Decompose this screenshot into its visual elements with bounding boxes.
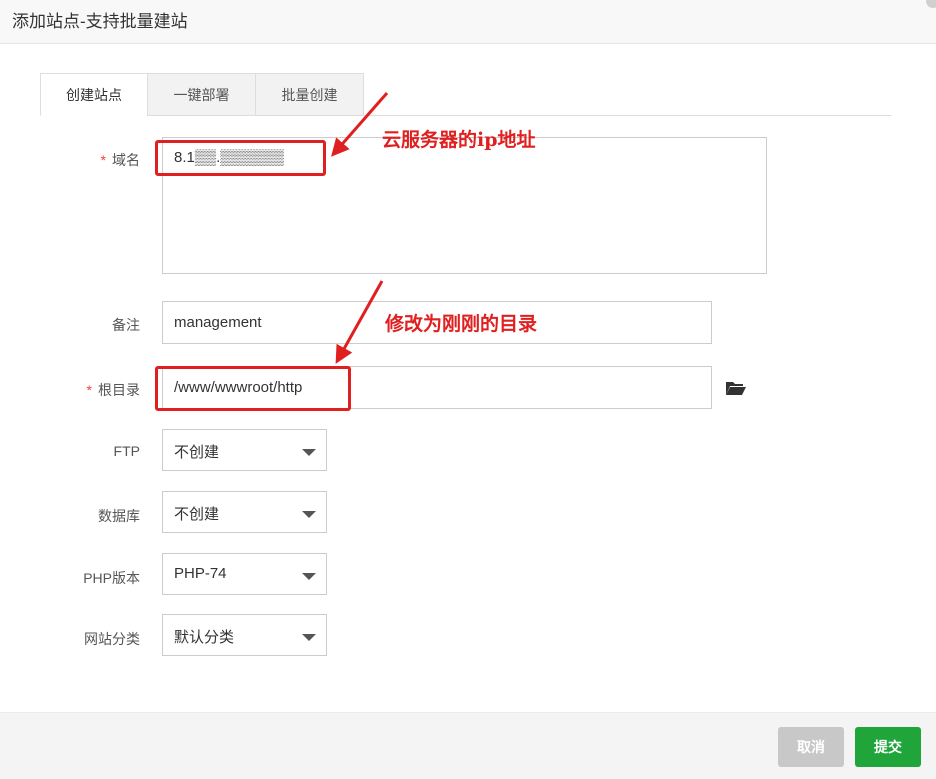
domain-annotation-text: 云服务器的ip地址 — [382, 129, 536, 151]
remark-label: 备注 — [112, 317, 140, 333]
php-selected: PHP-74 — [174, 565, 227, 582]
database-select[interactable]: 不创建 — [162, 491, 327, 533]
domain-highlight-box — [155, 140, 326, 176]
remark-value: management — [174, 314, 262, 331]
close-icon[interactable] — [926, 0, 936, 8]
php-version-select[interactable]: PHP-74 — [162, 553, 327, 595]
tab-batch-create[interactable]: 批量创建 — [255, 73, 364, 116]
tab-create-site[interactable]: 创建站点 — [40, 73, 148, 116]
ftp-select[interactable]: 不创建 — [162, 429, 327, 471]
database-label: 数据库 — [98, 508, 140, 524]
chevron-down-icon — [302, 634, 316, 641]
chevron-down-icon — [302, 511, 316, 518]
required-mark: * — [100, 152, 106, 168]
folder-open-icon[interactable] — [725, 380, 747, 396]
category-label: 网站分类 — [84, 631, 140, 647]
category-select[interactable]: 默认分类 — [162, 614, 327, 656]
category-selected: 默认分类 — [174, 629, 235, 646]
php-label: PHP版本 — [83, 570, 140, 586]
root-annotation-text: 修改为刚刚的目录 — [385, 313, 538, 335]
root-label-text: 根目录 — [98, 382, 140, 398]
tab-one-click-deploy[interactable]: 一键部署 — [147, 73, 256, 116]
domain-label: * 域名 — [0, 150, 140, 170]
chevron-down-icon — [302, 573, 316, 580]
database-selected: 不创建 — [174, 506, 220, 523]
ftp-label: FTP — [113, 443, 140, 459]
submit-button[interactable]: 提交 — [855, 727, 921, 767]
root-highlight-box — [155, 366, 351, 411]
required-mark: * — [86, 382, 92, 398]
domain-label-text: 域名 — [112, 152, 140, 168]
dialog-title: 添加站点-支持批量建站 — [12, 12, 188, 31]
root-label: * 根目录 — [0, 380, 140, 400]
dialog-titlebar: 添加站点-支持批量建站 — [0, 0, 936, 44]
tab-bar: 创建站点 一键部署 批量创建 — [40, 73, 891, 116]
chevron-down-icon — [302, 449, 316, 456]
ftp-selected: 不创建 — [174, 444, 220, 461]
cancel-button[interactable]: 取消 — [778, 727, 844, 767]
